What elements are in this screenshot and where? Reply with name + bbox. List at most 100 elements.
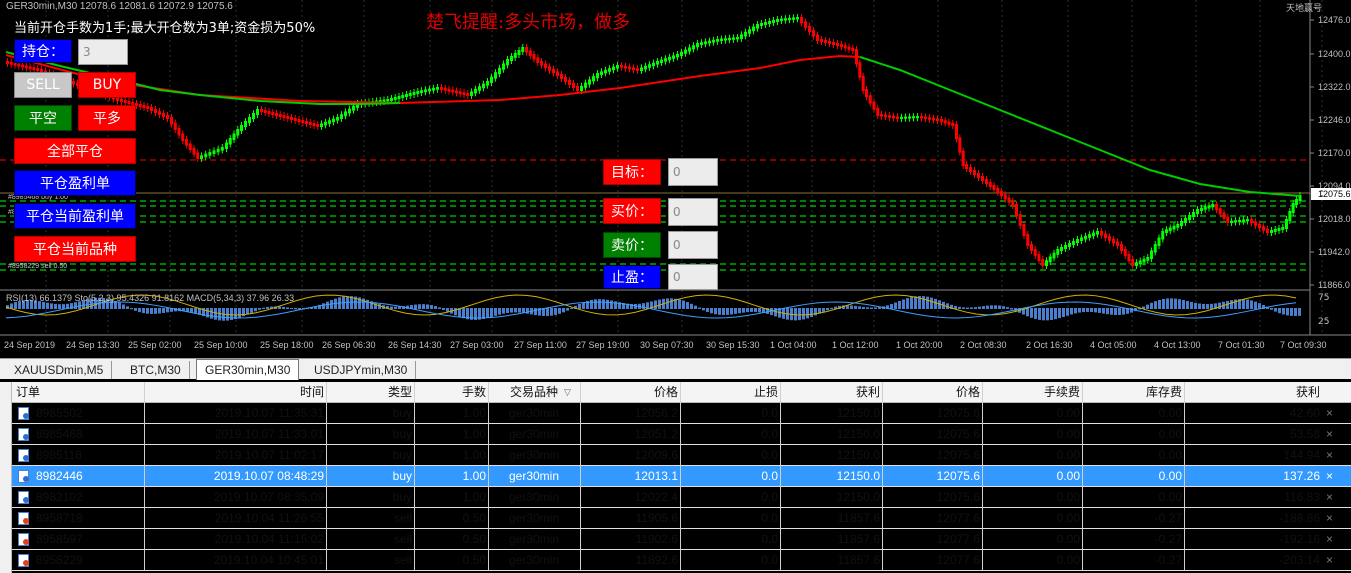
candle-body: [732, 37, 735, 40]
candle-body: [843, 45, 847, 49]
column-separator: [982, 466, 983, 487]
candle-body: [256, 109, 259, 115]
candle-body: [836, 43, 839, 46]
column-separator: [580, 445, 581, 466]
table-row[interactable]: 8985468 2019.10.07 11:33:01 buy 1.00 ger30mi…: [12, 424, 1351, 445]
table-row[interactable]: 8982446 2019.10.07 08:48:29 buy 1.00 ger30mi…: [12, 466, 1351, 487]
close-order-icon[interactable]: ×: [1326, 466, 1342, 487]
column-separator: [882, 550, 883, 571]
macd-bar: [970, 307, 973, 309]
buy-price-field[interactable]: 0: [668, 198, 718, 226]
sell-button[interactable]: SELL: [14, 72, 72, 98]
price-chart[interactable]: 12476.0 12400.0 12322.0 12246.0 12170.0 12094…: [0, 0, 1351, 357]
take-profit-field[interactable]: 0: [668, 264, 718, 290]
candle-body: [632, 67, 635, 71]
close-long-button[interactable]: 平多: [78, 105, 136, 131]
buy-button[interactable]: BUY: [78, 72, 136, 98]
close-profit-button[interactable]: 平仓盈利单: [14, 170, 136, 196]
candle-body: [908, 116, 911, 119]
time-tick-label: 27 Sep 11:00: [514, 340, 567, 350]
candle-body: [696, 43, 699, 48]
hold-count-field[interactable]: 3: [78, 39, 128, 65]
cell-wrap: 8958718: [16, 508, 116, 529]
candle-body: [704, 41, 707, 45]
column-separator: [1184, 508, 1185, 529]
sort-arrow-icon[interactable]: ▽: [564, 382, 576, 403]
cell-wrap: 137.26: [1186, 466, 1320, 487]
close-order-icon[interactable]: ×: [1326, 487, 1342, 508]
candle-body: [947, 121, 951, 125]
macd-bar: [1242, 299, 1245, 309]
sell-order-icon: [18, 512, 29, 525]
candle-body: [872, 101, 876, 110]
sell-price-field[interactable]: 0: [668, 231, 718, 259]
candle-body: [436, 87, 439, 90]
take-profit-label: 止盈：: [603, 265, 661, 289]
macd-bar: [430, 305, 433, 309]
tab-xauusd[interactable]: XAUUSDmin,M5: [6, 361, 113, 379]
close-short-button[interactable]: 平空: [14, 105, 72, 131]
tab-ger30[interactable]: GER30min,M30: [196, 359, 300, 380]
candle-body: [1060, 247, 1063, 251]
macd-bar: [494, 308, 497, 316]
table-cell: 12150.0: [836, 448, 880, 462]
column-separator: [144, 466, 145, 487]
tab-usdjpy[interactable]: USDJPYmin,M30: [306, 361, 417, 379]
candle-body: [680, 51, 683, 56]
column-separator: [1184, 550, 1185, 571]
column-separator: [144, 550, 145, 571]
macd-bar: [634, 303, 637, 309]
candle-body: [1157, 237, 1161, 246]
table-row[interactable]: 8985118 2019.10.07 11:02:17 buy 1.00 ger30mi…: [12, 445, 1351, 466]
close-order-icon[interactable]: ×: [1326, 403, 1342, 424]
candle-body: [924, 116, 927, 120]
target-field[interactable]: 0: [668, 158, 718, 186]
candle-body: [988, 182, 992, 187]
close-all-button[interactable]: 全部平仓: [14, 138, 136, 164]
cell-wrap: 0.0: [682, 508, 778, 529]
column-separator: [580, 403, 581, 424]
macd-bar: [758, 308, 761, 313]
macd-bar: [690, 303, 693, 309]
table-cell: 0.00: [1158, 469, 1182, 483]
cell-wrap: 0.0: [682, 403, 778, 424]
column-separator: [882, 424, 883, 445]
table-row[interactable]: 8958597 2019.10.04 11:15:02 sell 0.50 ger30m…: [12, 529, 1351, 550]
candle-body: [664, 58, 667, 62]
close-order-icon[interactable]: ×: [1326, 508, 1342, 529]
macd-bar: [146, 308, 149, 314]
close-order-icon[interactable]: ×: [1326, 529, 1342, 550]
macd-bar: [154, 308, 157, 314]
table-cell: ger30min: [508, 553, 560, 567]
candle-body: [1150, 250, 1153, 259]
close-order-icon[interactable]: ×: [1326, 550, 1342, 571]
candle-body: [1176, 224, 1180, 228]
candle-body: [756, 24, 759, 29]
cell-wrap: 53.58: [1186, 424, 1320, 445]
macd-bar: [974, 307, 977, 309]
tab-btc[interactable]: BTC,M30: [122, 361, 190, 379]
cell-wrap: 12051.2: [582, 424, 678, 445]
macd-bar: [706, 308, 709, 312]
cell-wrap: 12056.2: [582, 403, 678, 424]
time-tick-label: 24 Sep 2019: [4, 340, 55, 350]
table-cell: 0.00: [1056, 469, 1080, 483]
table-row[interactable]: 8958229 2019.10.04 10:45:01 sell 0.50 ger30m…: [12, 550, 1351, 571]
macd-bar: [1174, 298, 1177, 309]
close-current-symbol-button[interactable]: 平仓当前品种: [14, 236, 136, 262]
close-order-icon[interactable]: ×: [1326, 424, 1342, 445]
table-row[interactable]: 8982102 2019.10.07 08:35:09 buy 1.00 ger30mi…: [12, 487, 1351, 508]
table-row[interactable]: 8958718 2019.10.04 11:26:55 sell 0.50 ger30m…: [12, 508, 1351, 529]
candle-body: [328, 120, 331, 124]
column-header: 获利: [1295, 385, 1320, 399]
close-current-profit-button[interactable]: 平仓当前盈利单: [14, 203, 136, 229]
table-row[interactable]: 8985502 2019.10.07 11:35:31 buy 1.00 ger30mi…: [12, 403, 1351, 424]
macd-bar: [738, 308, 741, 314]
close-order-icon[interactable]: ×: [1326, 445, 1342, 466]
candle-body: [1037, 254, 1041, 261]
table-cell: 0.00: [1056, 553, 1080, 567]
cell-wrap: 12075.6: [884, 466, 980, 487]
candle-body: [784, 18, 787, 21]
cell-wrap: 订单: [16, 382, 116, 403]
macd-bar: [74, 302, 77, 309]
